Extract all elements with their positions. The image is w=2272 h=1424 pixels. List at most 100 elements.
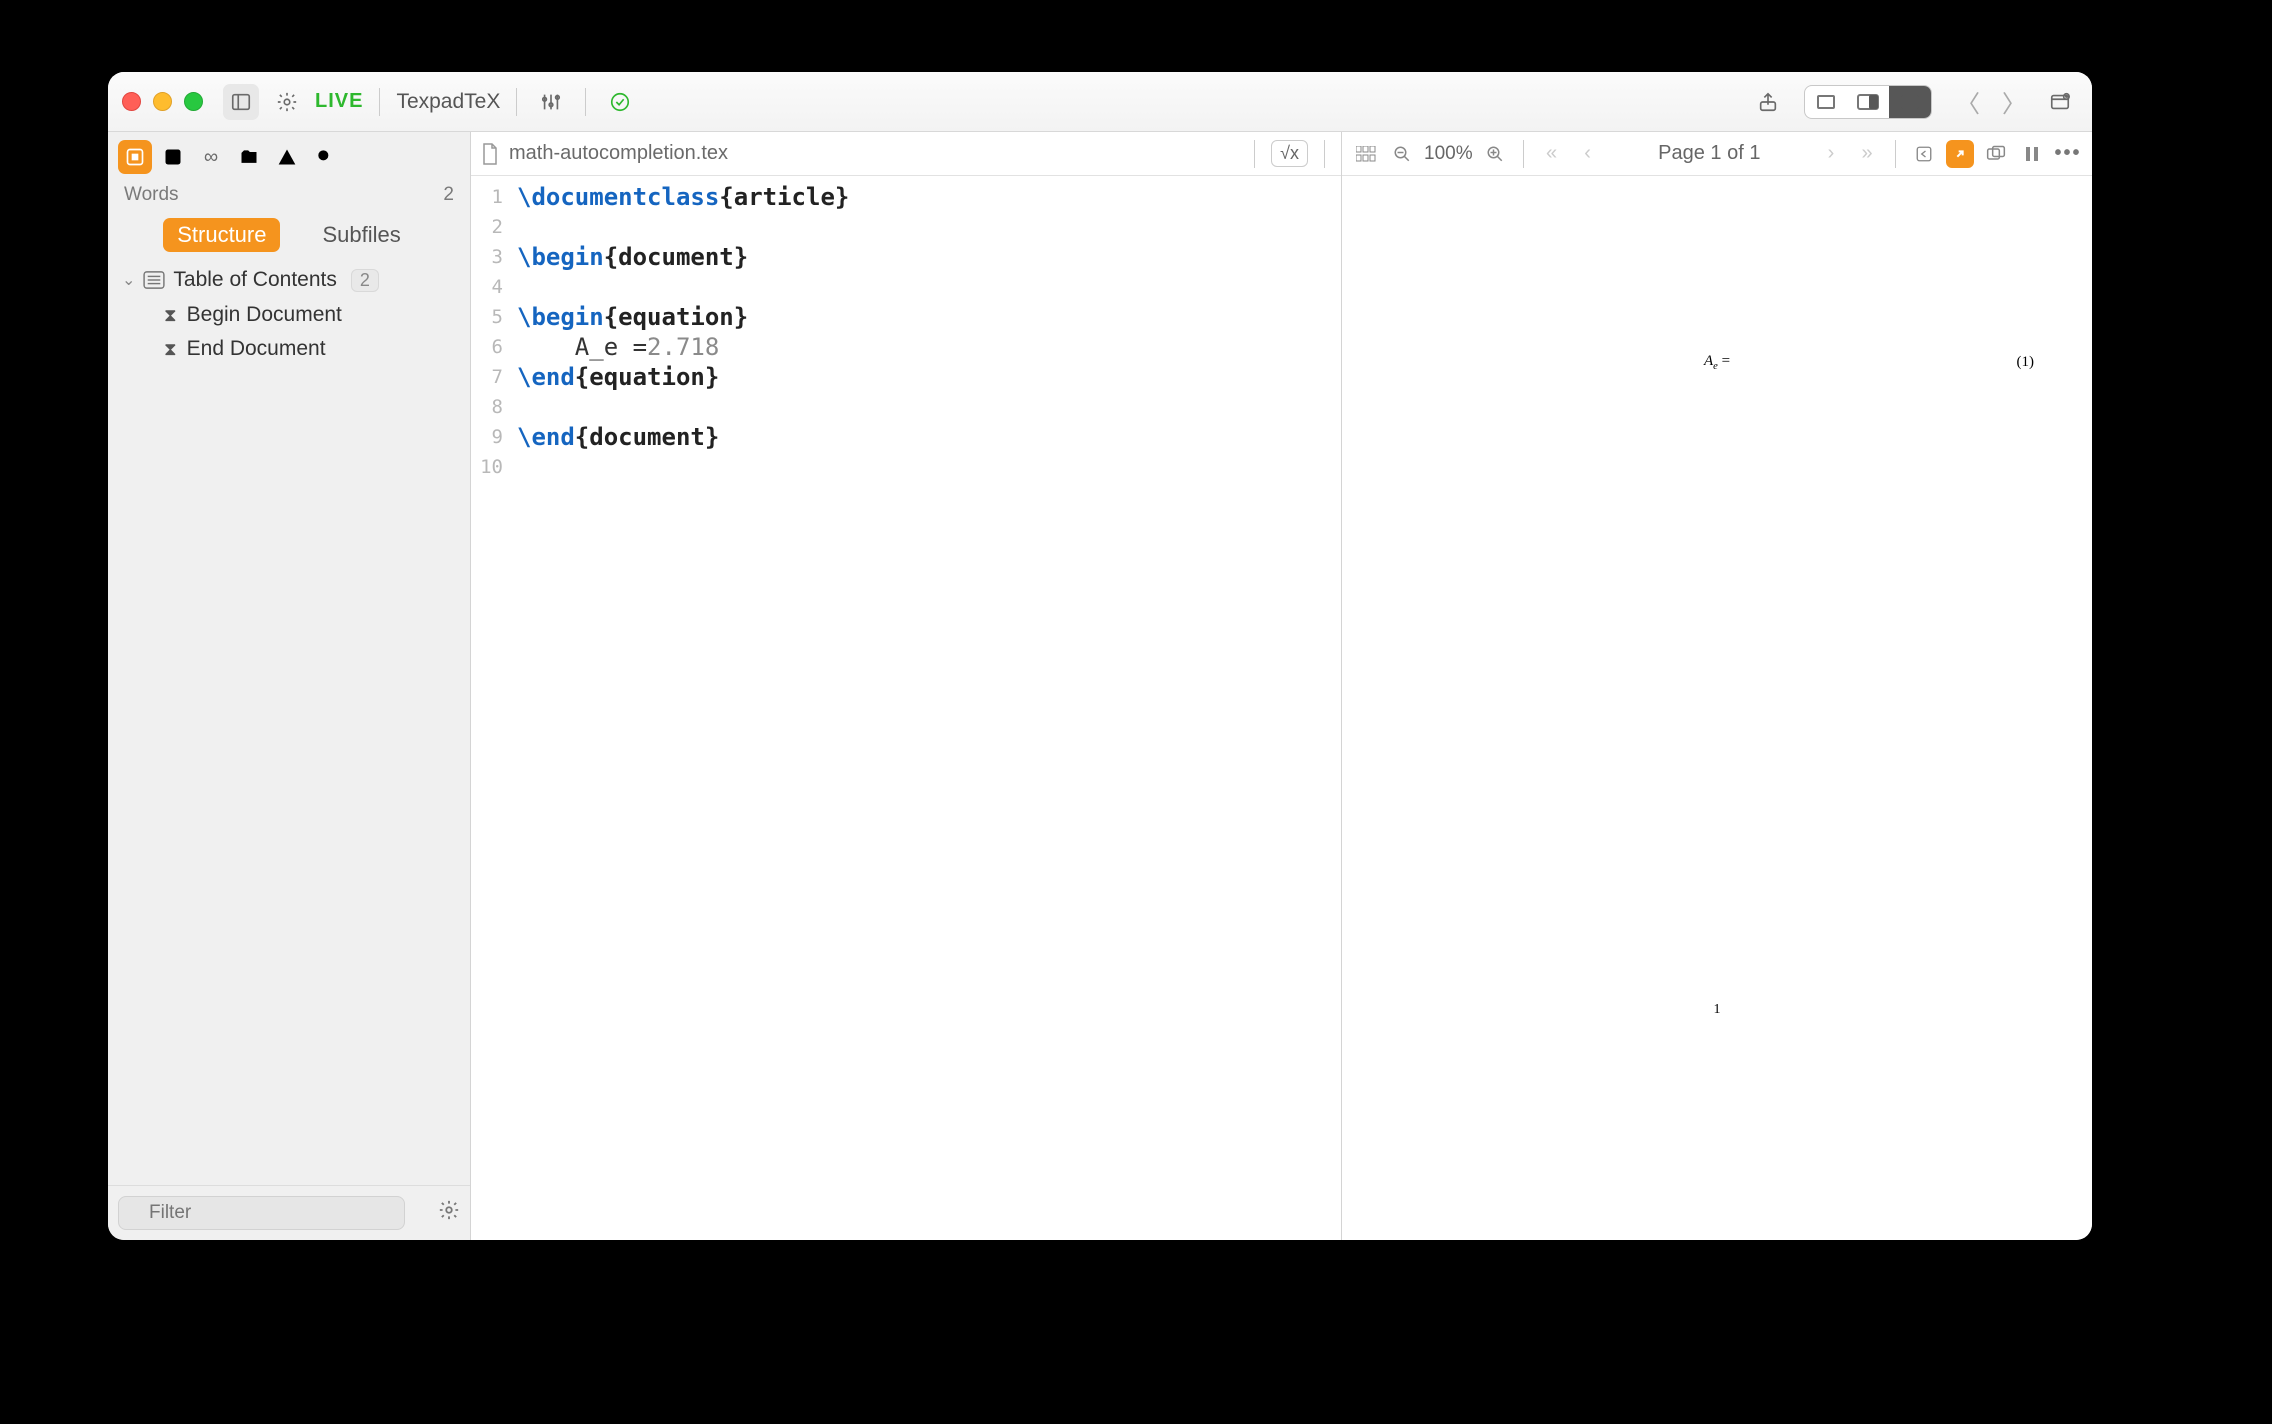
separator bbox=[1523, 140, 1524, 168]
pause-preview-button[interactable] bbox=[2018, 140, 2046, 168]
separator bbox=[379, 88, 380, 116]
prev-page-button[interactable]: ‹ bbox=[1574, 140, 1602, 168]
minimize-window-button[interactable] bbox=[153, 92, 172, 111]
zoom-out-icon bbox=[1393, 145, 1411, 163]
toggle-sidebar-button[interactable] bbox=[223, 84, 259, 120]
first-page-button[interactable]: « bbox=[1538, 140, 1566, 168]
files-mode-button[interactable] bbox=[232, 140, 266, 174]
preview-header: 100% « ‹ Page 1 of 1 › » bbox=[1342, 132, 2092, 176]
settings-button[interactable] bbox=[269, 84, 305, 120]
typeset-engine[interactable]: TexpadTeX bbox=[396, 90, 500, 114]
tab-subfiles[interactable]: Subfiles bbox=[308, 218, 414, 252]
preview-pane: 100% « ‹ Page 1 of 1 › » bbox=[1342, 132, 2092, 1240]
token-arg: {article} bbox=[719, 183, 849, 211]
line-number: 1 bbox=[471, 182, 503, 212]
nav-forward-button[interactable]: 〉 bbox=[1996, 84, 2032, 119]
zoom-in-button[interactable] bbox=[1481, 140, 1509, 168]
sync-source-button[interactable] bbox=[1910, 140, 1938, 168]
equation-number: (1) bbox=[2017, 354, 2035, 371]
page-number: 1 bbox=[1714, 1002, 1721, 1018]
page-indicator: Page 1 of 1 bbox=[1610, 142, 1809, 165]
typeset-status[interactable] bbox=[602, 84, 638, 120]
code-content[interactable]: \documentclass{article} \begin{document}… bbox=[509, 176, 849, 1240]
token-arg: {document} bbox=[604, 243, 749, 271]
layout-preview-only[interactable] bbox=[1889, 86, 1931, 118]
warnings-mode-button[interactable] bbox=[270, 140, 304, 174]
gear-icon bbox=[276, 91, 298, 113]
layout-segmented-control[interactable] bbox=[1804, 85, 1932, 119]
sync-left-icon bbox=[1915, 145, 1933, 163]
hourglass-icon: ⧗ bbox=[164, 305, 177, 326]
nav-back-button[interactable]: 〈 bbox=[1950, 84, 1986, 119]
typeset-options-button[interactable] bbox=[533, 84, 569, 120]
layout-editor-only[interactable] bbox=[1805, 86, 1847, 118]
thumbnails-button[interactable] bbox=[1352, 140, 1380, 168]
sidebar-mode-row: ∞ bbox=[108, 132, 470, 180]
outline-item-label: Begin Document bbox=[187, 303, 342, 327]
file-icon bbox=[481, 143, 499, 165]
external-preview-button[interactable] bbox=[1982, 140, 2010, 168]
new-tab-button[interactable] bbox=[2042, 84, 2078, 120]
gear-icon bbox=[438, 1199, 460, 1221]
outline-item-label: End Document bbox=[187, 337, 326, 361]
preview-page[interactable]: Ae = (1) 1 bbox=[1342, 176, 2092, 1240]
line-number: 9 bbox=[471, 422, 503, 452]
outline-item-begin-document[interactable]: ⧗ Begin Document bbox=[108, 298, 470, 332]
close-window-button[interactable] bbox=[122, 92, 141, 111]
share-button[interactable] bbox=[1750, 84, 1786, 120]
line-gutter: 1 2 3 4 5 6 7 8 9 10 bbox=[471, 176, 509, 1240]
live-indicator[interactable]: LIVE bbox=[315, 90, 363, 113]
check-circle-icon bbox=[609, 91, 631, 113]
line-number: 3 bbox=[471, 242, 503, 272]
sidebar: ∞ Words 2 Structure Subfiles ⌄ bbox=[108, 132, 471, 1240]
filename-label[interactable]: math-autocompletion.tex bbox=[509, 142, 728, 165]
toc-root[interactable]: ⌄ Table of Contents 2 bbox=[108, 262, 470, 298]
words-count: 2 bbox=[443, 184, 454, 206]
arrow-up-right-icon bbox=[1952, 146, 1968, 162]
search-mode-button[interactable] bbox=[308, 140, 342, 174]
todo-mode-button[interactable] bbox=[156, 140, 190, 174]
search-icon bbox=[315, 147, 335, 167]
infinity-mode-button[interactable]: ∞ bbox=[194, 140, 228, 174]
math-snippets-button[interactable]: √x bbox=[1271, 140, 1308, 167]
windows-icon bbox=[1986, 145, 2006, 163]
sidebar-settings-button[interactable] bbox=[438, 1199, 460, 1228]
sidebar-icon bbox=[230, 91, 252, 113]
line-number: 6 bbox=[471, 332, 503, 362]
toc-count-badge: 2 bbox=[351, 269, 379, 292]
infinity-icon: ∞ bbox=[204, 146, 218, 169]
sidebar-footer bbox=[108, 1185, 470, 1240]
outline-item-end-document[interactable]: ⧗ End Document bbox=[108, 332, 470, 366]
outline-mode-button[interactable] bbox=[118, 140, 152, 174]
separator bbox=[1254, 140, 1255, 168]
line-number: 5 bbox=[471, 302, 503, 332]
line-number: 10 bbox=[471, 452, 503, 482]
editor-pane: math-autocompletion.tex √x 1 2 3 4 5 6 7… bbox=[471, 132, 1342, 1240]
token-command: \begin bbox=[517, 243, 604, 271]
more-preview-button[interactable]: ••• bbox=[2054, 140, 2082, 168]
zoom-window-button[interactable] bbox=[184, 92, 203, 111]
tab-structure[interactable]: Structure bbox=[163, 218, 280, 252]
filter-wrap bbox=[118, 1196, 430, 1230]
next-page-button[interactable]: › bbox=[1817, 140, 1845, 168]
separator bbox=[516, 88, 517, 116]
equation-rhs: = bbox=[1718, 353, 1730, 369]
separator bbox=[1324, 140, 1325, 168]
separator bbox=[585, 88, 586, 116]
filter-input[interactable] bbox=[118, 1196, 405, 1230]
zoom-level[interactable]: 100% bbox=[1424, 143, 1473, 165]
main-body: ∞ Words 2 Structure Subfiles ⌄ bbox=[108, 132, 2092, 1240]
token-command: \end bbox=[517, 423, 575, 451]
layout-split[interactable] bbox=[1847, 86, 1889, 118]
line-number: 8 bbox=[471, 392, 503, 422]
warning-icon bbox=[277, 147, 297, 167]
list-icon bbox=[143, 271, 165, 289]
hourglass-icon: ⧗ bbox=[164, 339, 177, 360]
last-page-button[interactable]: » bbox=[1853, 140, 1881, 168]
code-editor[interactable]: 1 2 3 4 5 6 7 8 9 10 \documentclass{arti… bbox=[471, 176, 1341, 1240]
token-arg: {document} bbox=[575, 423, 720, 451]
token-arg: {equation} bbox=[604, 303, 749, 331]
sync-preview-button[interactable] bbox=[1946, 140, 1974, 168]
zoom-out-button[interactable] bbox=[1388, 140, 1416, 168]
folder-icon bbox=[239, 147, 259, 167]
